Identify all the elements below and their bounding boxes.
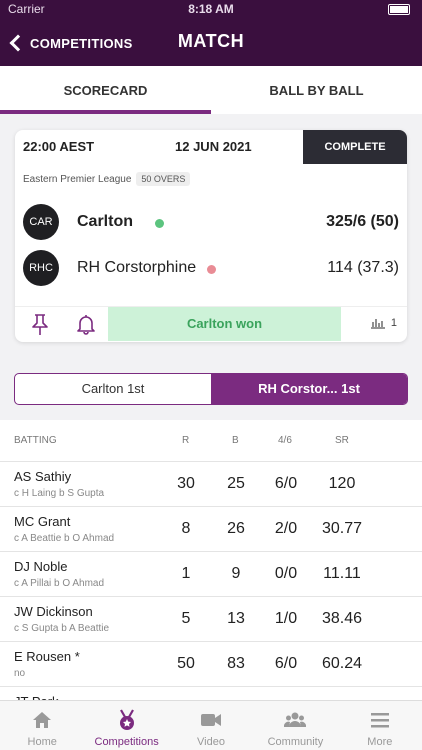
tab-bar-top: SCORECARD BALL BY BALL (0, 66, 422, 114)
stats-button[interactable]: 1 (370, 317, 397, 329)
tabbar-item-video[interactable]: Video (169, 701, 253, 750)
status-bar: Carrier 8:18 AM (8, 2, 414, 18)
menu-icon (370, 713, 389, 728)
tabbar-label: Home (27, 736, 57, 748)
header-balls: B (232, 435, 239, 446)
status-time: 8:18 AM (188, 2, 234, 16)
fours-sixes: 6/0 (274, 655, 298, 672)
overs-badge: 50 OVERS (136, 172, 191, 186)
dismissal: c S Gupta b A Beattie (14, 623, 110, 634)
bell-icon[interactable] (75, 313, 97, 335)
dismissal: c A Beattie b O Ahmad (14, 533, 115, 544)
batter-name: AS Sathiy (14, 469, 72, 484)
competition-row: Eastern Premier League 50 OVERS (23, 172, 191, 186)
innings-option-rh-corstorphine[interactable]: RH Corstor... 1st (211, 374, 407, 404)
loser-dot (207, 265, 216, 274)
tabbar-label: Competitions (94, 736, 159, 748)
team-score: 114 (37.3) (327, 259, 399, 276)
header-batting: BATTING (14, 435, 57, 446)
medal-icon (119, 709, 134, 730)
pin-icon[interactable] (31, 314, 49, 336)
team-badge: CAR (23, 204, 59, 240)
match-status-badge: COMPLETE (303, 130, 407, 164)
tabbar-label: More (367, 736, 393, 748)
tabbar-item-competitions[interactable]: Competitions (84, 701, 168, 750)
header-strike-rate: SR (335, 435, 349, 446)
tabbar-item-home[interactable]: Home (0, 701, 84, 750)
fours-sixes: 6/0 (274, 475, 298, 492)
team-name: RH Corstorphine (77, 259, 197, 276)
battery-icon (388, 4, 410, 15)
tabbar-label: Video (197, 736, 225, 748)
innings-option-carlton[interactable]: Carlton 1st (15, 374, 211, 404)
table-row[interactable]: MC Grant c A Beattie b O Ahmad 8 26 2/0 … (0, 507, 422, 552)
batter-name: DJ Noble (14, 559, 68, 574)
winner-dot (155, 219, 164, 228)
table-header: BATTING R B 4/6 SR (0, 420, 422, 462)
team-name: Carlton (77, 213, 133, 230)
batter-name: JW Dickinson (14, 604, 93, 619)
tab-ball-by-ball[interactable]: BALL BY BALL (211, 66, 422, 114)
bottom-tab-bar: Home Competitions Video Community More (0, 700, 422, 750)
stats-count: 1 (390, 317, 397, 329)
match-card: 22:00 AEST 12 JUN 2021 COMPLETE Eastern … (15, 130, 407, 342)
table-row[interactable]: E Rousen * no 50 83 6/0 60.24 (0, 642, 422, 687)
bar-chart-icon (370, 319, 385, 329)
strike-rate: 60.24 (321, 655, 363, 672)
competition-name: Eastern Premier League (23, 173, 132, 185)
match-date: 12 JUN 2021 (175, 139, 252, 154)
innings-toggle: Carlton 1st RH Corstor... 1st (14, 373, 408, 405)
page-title: MATCH (177, 31, 245, 51)
header-fours-sixes: 4/6 (278, 435, 292, 446)
match-card-header: 22:00 AEST 12 JUN 2021 COMPLETE (15, 130, 407, 164)
batting-table: BATTING R B 4/6 SR AS Sathiy c H Laing b… (0, 420, 422, 702)
match-card-actions: Carlton won 1 (15, 306, 407, 342)
header-runs: R (182, 435, 190, 446)
team-row-away[interactable]: RHC RH Corstorphine 114 (37.3) (23, 250, 399, 286)
fours-sixes: 1/0 (274, 610, 298, 627)
fours-sixes: 0/0 (274, 565, 298, 582)
people-icon (284, 712, 307, 727)
match-time: 22:00 AEST (23, 139, 95, 154)
team-badge: RHC (23, 250, 59, 286)
match-result: Carlton won (108, 307, 341, 341)
dismissal: no (14, 668, 26, 679)
strike-rate: 38.46 (321, 610, 363, 627)
tab-scorecard[interactable]: SCORECARD (0, 66, 211, 114)
table-row[interactable]: AS Sathiy c H Laing b S Gupta 30 25 6/0 … (0, 462, 422, 507)
video-camera-icon (201, 714, 222, 726)
team-row-home[interactable]: CAR Carlton 325/6 (50) (23, 204, 399, 240)
strike-rate: 30.77 (321, 520, 363, 537)
app-header: Carrier 8:18 AM COMPETITIONS MATCH (0, 0, 422, 66)
home-icon (33, 712, 52, 728)
batter-name: E Rousen * (14, 649, 80, 664)
fours-sixes: 2/0 (274, 520, 298, 537)
table-row[interactable]: DJ Noble c A Pillai b O Ahmad 1 9 0/0 11… (0, 552, 422, 597)
strike-rate: 120 (328, 475, 356, 492)
dismissal: c H Laing b S Gupta (14, 488, 105, 499)
tabbar-item-community[interactable]: Community (253, 701, 337, 750)
table-row[interactable]: JW Dickinson c S Gupta b A Beattie 5 13 … (0, 597, 422, 642)
tabbar-item-more[interactable]: More (338, 701, 422, 750)
strike-rate: 11.11 (323, 565, 361, 582)
tabbar-label: Community (267, 736, 324, 748)
team-score: 325/6 (50) (326, 213, 399, 230)
dismissal: c A Pillai b O Ahmad (14, 578, 105, 589)
batter-name: MC Grant (14, 514, 71, 529)
